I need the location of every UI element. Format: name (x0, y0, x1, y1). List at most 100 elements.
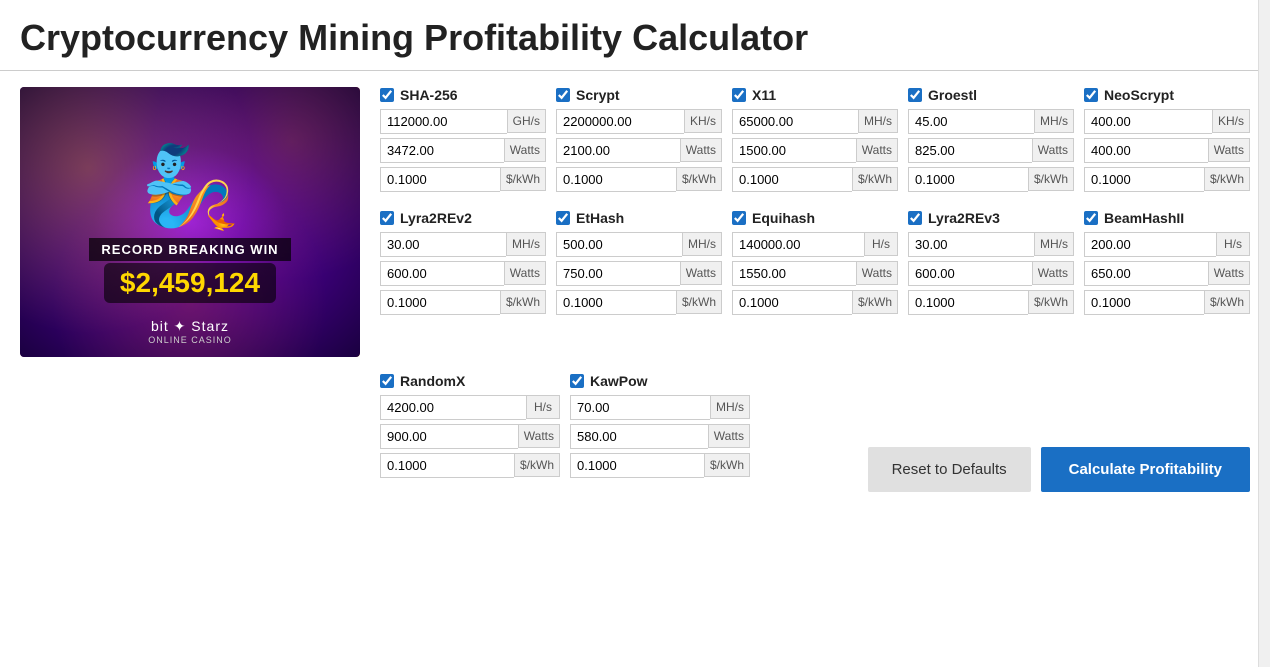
algo-power-input-x11[interactable] (732, 138, 856, 163)
algo-cost-input-randomx[interactable] (380, 453, 514, 478)
algo-name-groestl: Groestl (928, 87, 977, 103)
algo-name-x11: X11 (752, 87, 776, 103)
algo-checkbox-beamhashii[interactable] (1084, 211, 1098, 225)
algo-hashrate-unit-kawpow: MH/s (710, 395, 750, 419)
algo-hashrate-input-sha256[interactable] (380, 109, 507, 134)
algo-name-lyra2rev2: Lyra2REv2 (400, 210, 472, 226)
page-title: Cryptocurrency Mining Profitability Calc… (0, 0, 1270, 71)
algo-power-input-lyra2rev2[interactable] (380, 261, 504, 286)
algo-block-lyra2rev3: Lyra2REv3MH/sWatts$/kWh (908, 210, 1074, 319)
algo-cost-unit-kawpow: $/kWh (704, 453, 750, 477)
algo-hashrate-input-groestl[interactable] (908, 109, 1034, 134)
algo-name-randomx: RandomX (400, 373, 465, 389)
algo-power-unit-scrypt: Watts (680, 138, 722, 162)
algo-name-lyra2rev3: Lyra2REv3 (928, 210, 1000, 226)
algo-power-input-beamhashii[interactable] (1084, 261, 1208, 286)
algo-checkbox-neoscrypt[interactable] (1084, 88, 1098, 102)
algo-checkbox-ethash[interactable] (556, 211, 570, 225)
footer-buttons: Reset to Defaults Calculate Profitabilit… (770, 373, 1250, 496)
algo-cost-input-beamhashii[interactable] (1084, 290, 1204, 315)
algo-cost-input-neoscrypt[interactable] (1084, 167, 1204, 192)
algo-checkbox-equihash[interactable] (732, 211, 746, 225)
algo-hashrate-input-kawpow[interactable] (570, 395, 710, 420)
algo-power-unit-kawpow: Watts (708, 424, 750, 448)
algo-hashrate-input-scrypt[interactable] (556, 109, 684, 134)
algo-name-neoscrypt: NeoScrypt (1104, 87, 1174, 103)
algo-hashrate-input-beamhashii[interactable] (1084, 232, 1216, 257)
algo-block-groestl: GroestlMH/sWatts$/kWh (908, 87, 1074, 196)
algo-power-input-sha256[interactable] (380, 138, 504, 163)
algo-block-neoscrypt: NeoScryptKH/sWatts$/kWh (1084, 87, 1250, 196)
algo-hashrate-input-neoscrypt[interactable] (1084, 109, 1212, 134)
algo-power-input-equihash[interactable] (732, 261, 856, 286)
algo-power-input-scrypt[interactable] (556, 138, 680, 163)
algo-cost-unit-scrypt: $/kWh (676, 167, 722, 191)
algo-cost-input-lyra2rev3[interactable] (908, 290, 1028, 315)
algo-hashrate-unit-lyra2rev2: MH/s (506, 232, 546, 256)
algo-hashrate-unit-scrypt: KH/s (684, 109, 722, 133)
reset-button[interactable]: Reset to Defaults (868, 447, 1031, 492)
algo-hashrate-input-ethash[interactable] (556, 232, 682, 257)
algo-hashrate-unit-x11: MH/s (858, 109, 898, 133)
algo-hashrate-unit-sha256: GH/s (507, 109, 546, 133)
algo-checkbox-sha256[interactable] (380, 88, 394, 102)
algo-power-unit-sha256: Watts (504, 138, 546, 162)
algo-power-unit-randomx: Watts (518, 424, 560, 448)
algo-cost-unit-beamhashii: $/kWh (1204, 290, 1250, 314)
algo-power-input-lyra2rev3[interactable] (908, 261, 1032, 286)
algo-power-unit-lyra2rev3: Watts (1032, 261, 1074, 285)
algo-cost-unit-groestl: $/kWh (1028, 167, 1074, 191)
algo-cost-input-groestl[interactable] (908, 167, 1028, 192)
algo-power-input-kawpow[interactable] (570, 424, 708, 449)
algo-block-x11: X11 MH/s Watts $/kWh (732, 87, 898, 196)
algo-cost-input-x11[interactable] (732, 167, 852, 192)
ad-banner[interactable]: 🧞 RECORD BREAKING WIN $2,459,124 bit ✦ S… (20, 87, 360, 357)
algo-power-unit-lyra2rev2: Watts (504, 261, 546, 285)
algo-name-scrypt: Scrypt (576, 87, 620, 103)
algo-hashrate-input-randomx[interactable] (380, 395, 526, 420)
algo-hashrate-unit-ethash: MH/s (682, 232, 722, 256)
algo-power-input-groestl[interactable] (908, 138, 1032, 163)
algo-checkbox-groestl[interactable] (908, 88, 922, 102)
ad-logo: bit ✦ Starz ONLINE CASINO (148, 318, 232, 345)
algo-block-lyra2rev2: Lyra2REv2MH/sWatts$/kWh (380, 210, 546, 319)
algo-cost-input-equihash[interactable] (732, 290, 852, 315)
algo-cost-unit-x11: $/kWh (852, 167, 898, 191)
algo-hashrate-input-equihash[interactable] (732, 232, 864, 257)
algo-cost-input-lyra2rev2[interactable] (380, 290, 500, 315)
ad-character: 🧞 (140, 140, 240, 234)
algo-checkbox-lyra2rev2[interactable] (380, 211, 394, 225)
algo-hashrate-unit-neoscrypt: KH/s (1212, 109, 1250, 133)
calculate-button[interactable]: Calculate Profitability (1041, 447, 1250, 492)
algo-checkbox-lyra2rev3[interactable] (908, 211, 922, 225)
algo-power-input-ethash[interactable] (556, 261, 680, 286)
algo-block-equihash: EquihashH/sWatts$/kWh (732, 210, 898, 319)
algo-block-beamhashii: BeamHashIIH/sWatts$/kWh (1084, 210, 1250, 319)
algo-cost-input-kawpow[interactable] (570, 453, 704, 478)
algo-name-sha256: SHA-256 (400, 87, 458, 103)
ad-amount: $2,459,124 (104, 263, 276, 303)
algo-checkbox-scrypt[interactable] (556, 88, 570, 102)
algo-cost-input-ethash[interactable] (556, 290, 676, 315)
scrollbar[interactable] (1258, 0, 1270, 667)
algo-power-input-randomx[interactable] (380, 424, 518, 449)
algo-cost-unit-neoscrypt: $/kWh (1204, 167, 1250, 191)
algo-hashrate-input-lyra2rev2[interactable] (380, 232, 506, 257)
algo-power-unit-x11: Watts (856, 138, 898, 162)
algo-cost-input-sha256[interactable] (380, 167, 500, 192)
algo-hashrate-input-x11[interactable] (732, 109, 858, 134)
ad-record-label: RECORD BREAKING WIN (89, 238, 290, 261)
algo-cost-unit-sha256: $/kWh (500, 167, 546, 191)
algo-hashrate-unit-equihash: H/s (864, 232, 898, 256)
algo-checkbox-randomx[interactable] (380, 374, 394, 388)
algo-cost-input-scrypt[interactable] (556, 167, 676, 192)
bottom-algorithms-grid: RandomXH/sWatts$/kWhKawPowMH/sWatts$/kWh (380, 373, 750, 496)
algo-hashrate-input-lyra2rev3[interactable] (908, 232, 1034, 257)
algo-checkbox-x11[interactable] (732, 88, 746, 102)
top-algorithms-grid: SHA-256 GH/s Watts $/kWh Scrypt KH/s Watts $/kW… (380, 87, 1250, 357)
algo-checkbox-kawpow[interactable] (570, 374, 584, 388)
algo-power-unit-groestl: Watts (1032, 138, 1074, 162)
algo-power-input-neoscrypt[interactable] (1084, 138, 1208, 163)
algo-block-ethash: EtHashMH/sWatts$/kWh (556, 210, 722, 319)
algo-name-equihash: Equihash (752, 210, 815, 226)
